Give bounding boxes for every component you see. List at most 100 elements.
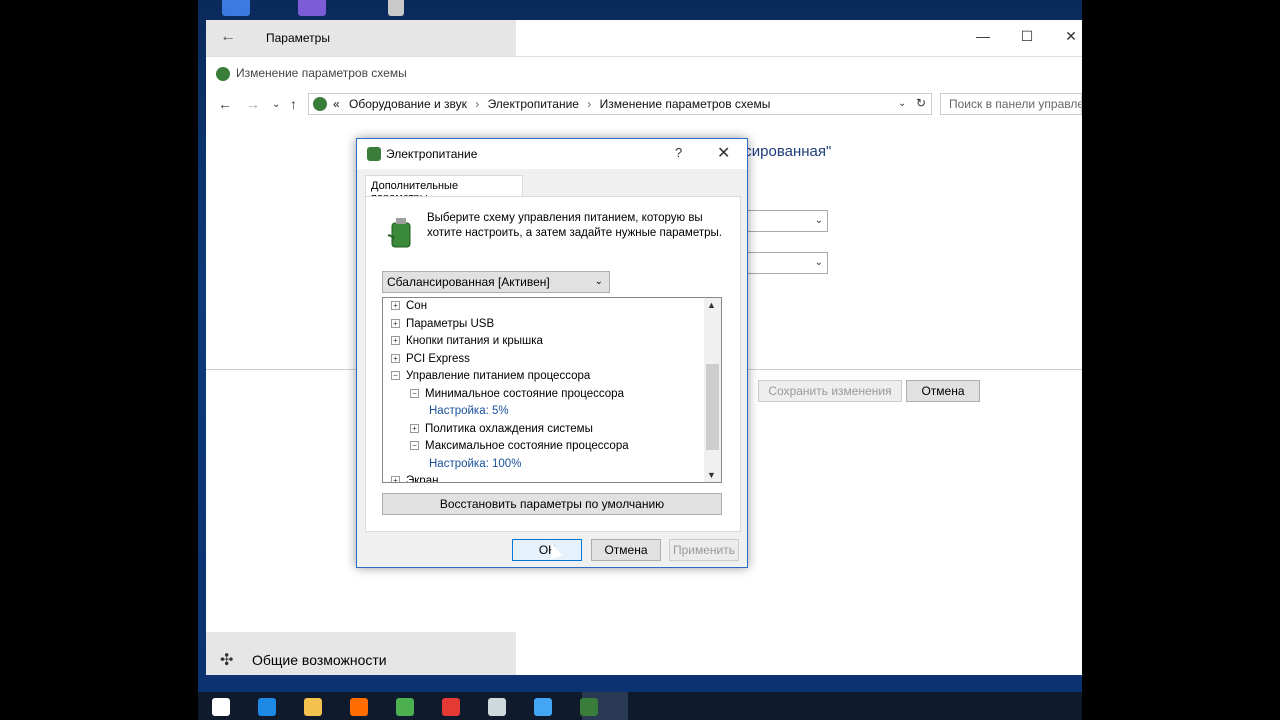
address-power-icon <box>313 97 327 111</box>
dialog-description: Выберите схему управления питанием, кото… <box>427 212 722 239</box>
address-prefix: « <box>333 97 340 111</box>
nav-forward-icon[interactable]: → <box>246 96 260 112</box>
nav-up-icon[interactable]: ↑ <box>290 96 297 112</box>
refresh-icon[interactable]: ↻ <box>916 96 926 110</box>
breadcrumb-edit-plan[interactable]: Изменение параметров схемы <box>600 97 771 111</box>
accessibility-item[interactable]: ✣ Общие возможности <box>206 644 516 675</box>
breadcrumb-hardware[interactable]: Оборудование и звук <box>349 97 467 111</box>
tree-item-label: Минимальное состояние процессора <box>425 387 624 400</box>
restore-defaults-button[interactable]: Восстановить параметры по умолчанию <box>382 493 722 515</box>
cancel-button[interactable]: Отмена <box>906 380 980 402</box>
tree-group-item[interactable]: + Параметры USB <box>391 318 494 335</box>
control-panel-title-text: Изменение параметров схемы <box>236 66 407 80</box>
tree-item-label: Кнопки питания и крышка <box>406 335 543 347</box>
tree-group-item[interactable]: − Управление питанием процессора <box>391 370 590 387</box>
taskbar-power-icon[interactable] <box>580 698 598 716</box>
tree-item-label: Настройка: 100% <box>429 457 522 470</box>
dialog-title: Электропитание <box>386 147 478 161</box>
desktop-computer-icon[interactable] <box>222 0 250 16</box>
chevron-down-icon: ⌄ <box>594 276 603 287</box>
taskbar-start-icon[interactable] <box>212 698 230 716</box>
advanced-settings-panel: Выберите схему управления питанием, кото… <box>365 196 741 532</box>
settings-tree[interactable]: + Экран Настройка: 100% − Максимальное состо… <box>382 297 722 483</box>
battery-plug-icon <box>387 218 411 248</box>
address-bar[interactable]: « Оборудование и звук › Электропитание ›… <box>308 93 932 115</box>
expand-icon[interactable]: + <box>391 476 400 482</box>
breadcrumb-separator: › <box>475 97 480 111</box>
desktop-shortcut-icon[interactable] <box>388 0 404 16</box>
tree-group-item[interactable]: − Максимальное состояние процессора <box>410 440 629 457</box>
save-changes-button[interactable]: Сохранить изменения <box>758 380 902 402</box>
tree-scrollbar[interactable]: ▲ ▼ <box>704 298 721 482</box>
tree-item-label: Экран <box>406 475 439 483</box>
chevron-down-icon: ⌄ <box>814 215 823 226</box>
close-button[interactable]: ✕ <box>1056 28 1086 45</box>
expand-icon[interactable]: + <box>410 423 419 433</box>
tree-group-item[interactable]: + Экран <box>391 475 439 483</box>
scroll-thumb[interactable] <box>706 364 719 450</box>
tree-group-item[interactable]: + Кнопки питания и крышка <box>391 335 543 352</box>
tree-item-label: Настройка: 5% <box>429 405 509 417</box>
taskbar-explorer-icon[interactable] <box>304 698 322 716</box>
apply-button[interactable]: Применить <box>669 539 739 561</box>
help-button[interactable]: ? <box>675 145 682 160</box>
taskbar-control-panel-icon[interactable] <box>534 698 552 716</box>
search-input[interactable]: Поиск в панели управле <box>940 93 1082 115</box>
nav-back-icon[interactable]: ← <box>218 96 232 112</box>
recent-locations-icon[interactable]: ⌄ <box>272 99 280 110</box>
plan-heading: нсированная" <box>736 143 832 160</box>
tree-group-item[interactable]: + PCI Express <box>391 353 470 370</box>
taskbar-settings-icon[interactable] <box>488 698 506 716</box>
tree-item-label: Политика охлаждения системы <box>425 422 593 435</box>
tree-item-label: Сон <box>406 300 428 312</box>
tree-setting-value[interactable]: Настройка: 100% <box>429 458 521 475</box>
scroll-up-icon[interactable]: ▲ <box>707 300 716 310</box>
collapse-icon[interactable]: − <box>410 441 419 451</box>
taskbar-utorrent-icon[interactable] <box>396 698 414 716</box>
tree-setting-value[interactable]: Настройка: 5% <box>429 405 509 422</box>
expand-icon[interactable]: + <box>391 301 400 311</box>
navigation-bar: ← → ⌄ ↑ « Оборудование и звук › Электроп… <box>206 93 1082 117</box>
address-dropdown-icon[interactable]: ⌄ <box>898 98 906 109</box>
close-icon[interactable]: ✕ <box>717 143 730 163</box>
taskbar-firefox-icon[interactable] <box>350 698 368 716</box>
tree-item-label: Параметры USB <box>406 317 495 330</box>
dialog-cancel-button[interactable]: Отмена <box>591 539 661 561</box>
control-panel-title: Изменение параметров схемы <box>216 66 407 81</box>
collapse-icon[interactable]: − <box>410 388 419 398</box>
tree-item-label: Управление питанием процессора <box>406 370 591 382</box>
taskbar <box>198 692 1082 720</box>
power-plan-select[interactable]: Сбалансированная [Активен] ⌄ <box>382 271 610 293</box>
tree-group-item[interactable]: − Минимальное состояние процессора <box>410 388 624 405</box>
dialog-titlebar: Электропитание ? ✕ <box>357 139 747 169</box>
settings-titlebar: ← Параметры — ☐ ✕ <box>206 20 1082 56</box>
expand-icon[interactable]: + <box>391 353 400 363</box>
accessibility-icon: ✣ <box>220 652 234 669</box>
settings-title: Параметры <box>266 31 330 45</box>
breadcrumb-power[interactable]: Электропитание <box>488 97 579 111</box>
breadcrumb-separator: › <box>587 97 592 111</box>
collapse-icon[interactable]: − <box>391 371 400 381</box>
back-arrow-icon[interactable]: ← <box>220 28 236 46</box>
desktop-app-icon[interactable] <box>298 0 326 16</box>
expand-icon[interactable]: + <box>391 318 400 328</box>
taskbar-app-icon[interactable] <box>442 698 460 716</box>
tab-advanced-settings[interactable]: Дополнительные параметры <box>365 175 523 204</box>
accessibility-label: Общие возможности <box>252 652 387 668</box>
chevron-down-icon: ⌄ <box>814 257 823 268</box>
dialog-body: Дополнительные параметры Выберите схему … <box>357 169 747 567</box>
scroll-down-icon[interactable]: ▼ <box>707 470 716 480</box>
minimize-button[interactable]: — <box>968 28 998 44</box>
tree-item-label: Максимальное состояние процессора <box>425 440 629 452</box>
tree-group-item[interactable]: + Политика охлаждения системы <box>410 423 593 440</box>
expand-icon[interactable]: + <box>391 336 400 346</box>
screen: ← Параметры — ☐ ✕ ✣ Общие возможности Из… <box>0 0 1280 720</box>
display-off-select[interactable]: ⌄ <box>740 210 828 232</box>
tree-group-item[interactable]: + Сон <box>391 300 427 317</box>
maximize-button[interactable]: ☐ <box>1012 28 1042 45</box>
taskbar-edge-icon[interactable] <box>258 698 276 716</box>
sleep-select[interactable]: ⌄ <box>740 252 828 274</box>
power-options-icon <box>216 66 230 81</box>
power-options-dialog: Электропитание ? ✕ Дополнительные параме… <box>356 138 748 568</box>
power-plan-value: Сбалансированная [Активен] <box>387 275 550 289</box>
